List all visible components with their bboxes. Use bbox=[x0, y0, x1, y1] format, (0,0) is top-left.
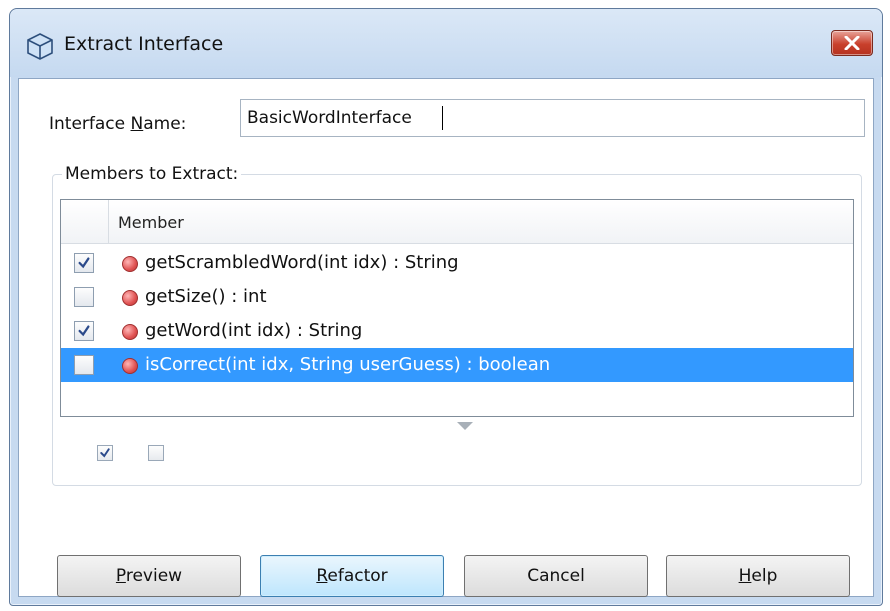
header-checkbox-column[interactable] bbox=[61, 200, 109, 244]
title-bar[interactable]: Extract Interface bbox=[10, 9, 882, 77]
dialog-content: Interface Name: Members to Extract: Memb… bbox=[18, 78, 874, 597]
interface-name-input[interactable] bbox=[240, 99, 865, 137]
checkmark-icon bbox=[100, 448, 110, 458]
method-icon bbox=[122, 324, 138, 340]
preview-button[interactable]: Preview bbox=[57, 555, 241, 597]
table-header: Member bbox=[61, 200, 853, 244]
row-checkbox[interactable] bbox=[74, 321, 94, 341]
method-icon bbox=[122, 358, 138, 374]
row-checkbox[interactable] bbox=[74, 287, 94, 307]
checkmark-icon bbox=[78, 325, 90, 337]
interface-name-label: Interface Name: bbox=[49, 114, 187, 134]
table-row[interactable]: getScrambledWord(int idx) : String bbox=[61, 246, 853, 280]
table-row[interactable]: isCorrect(int idx, String userGuess) : b… bbox=[61, 348, 853, 382]
cancel-button[interactable]: Cancel bbox=[464, 555, 648, 597]
text-caret bbox=[442, 106, 443, 130]
help-button[interactable]: Help bbox=[666, 555, 850, 597]
method-icon bbox=[122, 256, 138, 272]
extract-interface-dialog: Extract Interface Interface Name: Member… bbox=[9, 8, 883, 606]
members-table[interactable]: Member getScrambledWord(int idx) : Strin… bbox=[60, 199, 854, 417]
chevron-down-icon[interactable] bbox=[456, 421, 474, 431]
method-icon bbox=[122, 290, 138, 306]
select-none-checkbox[interactable] bbox=[148, 445, 164, 461]
interface-cube-icon bbox=[27, 33, 53, 60]
select-all-checkbox[interactable] bbox=[97, 445, 113, 461]
checkmark-icon bbox=[78, 257, 90, 269]
members-group-label: Members to Extract: bbox=[62, 164, 242, 184]
refactor-button[interactable]: Refactor bbox=[260, 555, 444, 597]
table-row[interactable]: getWord(int idx) : String bbox=[61, 314, 853, 348]
table-row[interactable]: getSize() : int bbox=[61, 280, 853, 314]
member-signature: isCorrect(int idx, String userGuess) : b… bbox=[145, 354, 551, 375]
column-header-member[interactable]: Member bbox=[118, 213, 184, 232]
member-signature: getScrambledWord(int idx) : String bbox=[145, 252, 459, 273]
member-signature: getWord(int idx) : String bbox=[145, 320, 363, 341]
close-button[interactable] bbox=[831, 30, 873, 56]
row-checkbox[interactable] bbox=[74, 253, 94, 273]
row-checkbox[interactable] bbox=[74, 355, 94, 375]
member-signature: getSize() : int bbox=[145, 286, 267, 307]
close-x-icon bbox=[844, 36, 860, 50]
window-title: Extract Interface bbox=[64, 33, 224, 55]
